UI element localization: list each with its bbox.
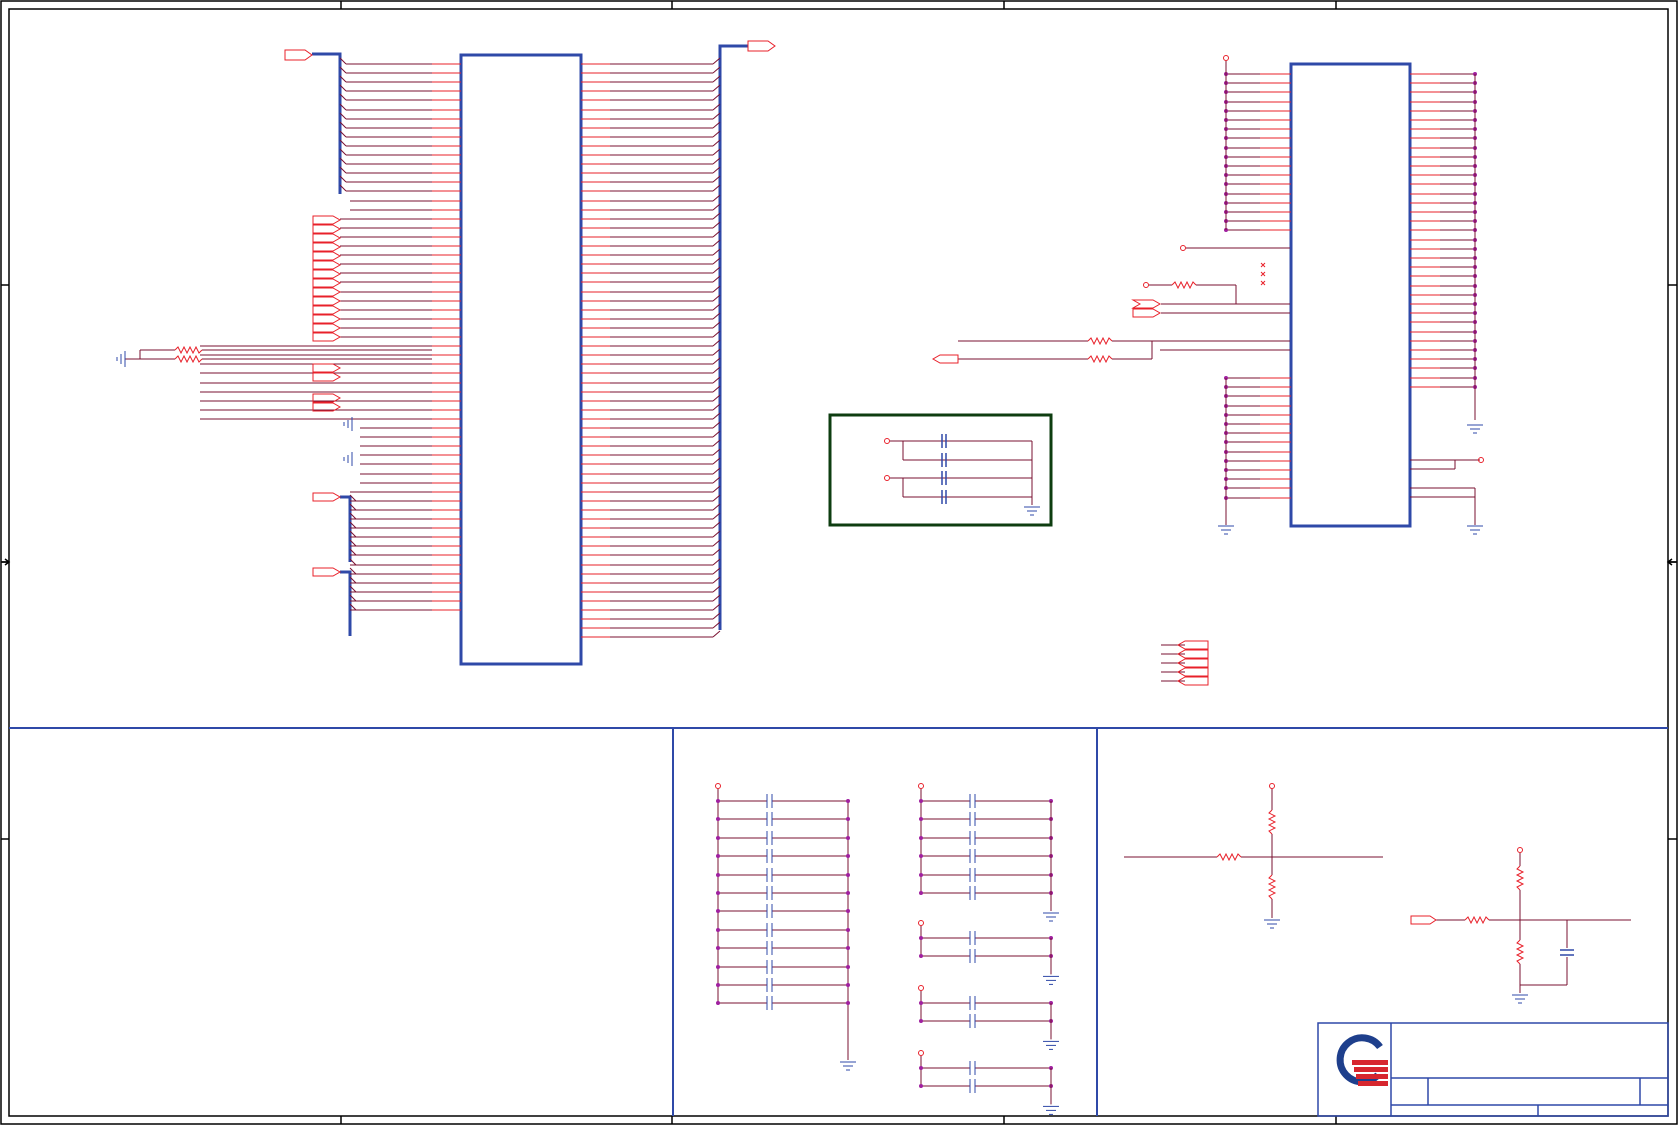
junction-dot bbox=[919, 817, 923, 821]
junction-dot bbox=[716, 946, 720, 950]
junction-dot bbox=[846, 891, 850, 895]
junction-dot bbox=[716, 1001, 720, 1005]
junction-dot bbox=[716, 873, 720, 877]
junction-dot bbox=[846, 817, 850, 821]
junction-dot bbox=[919, 1084, 923, 1088]
junction-dot bbox=[919, 1066, 923, 1070]
junction-dot bbox=[919, 1001, 923, 1005]
junction-dot bbox=[716, 836, 720, 840]
junction-dot bbox=[919, 1019, 923, 1023]
ic-right-pins bbox=[1410, 72, 1477, 389]
junction-dot bbox=[846, 928, 850, 932]
junction-dot bbox=[846, 1001, 850, 1005]
junction-dot bbox=[716, 817, 720, 821]
junction-dot bbox=[846, 909, 850, 913]
junction-dot bbox=[846, 854, 850, 858]
junction-dot bbox=[716, 909, 720, 913]
junction-dot bbox=[919, 873, 923, 877]
junction-dot bbox=[716, 983, 720, 987]
junction-dot bbox=[716, 965, 720, 969]
junction-dot bbox=[716, 799, 720, 803]
junction-dot bbox=[716, 854, 720, 858]
junction-dot bbox=[919, 954, 923, 958]
junction-dot bbox=[919, 836, 923, 840]
junction-dot bbox=[846, 873, 850, 877]
junction-dot bbox=[919, 799, 923, 803]
junction-dot bbox=[919, 891, 923, 895]
junction-dot bbox=[846, 799, 850, 803]
junction-dot bbox=[846, 946, 850, 950]
junction-dot bbox=[846, 965, 850, 969]
junction-dot bbox=[716, 928, 720, 932]
junction-dot bbox=[846, 836, 850, 840]
junction-dot bbox=[846, 983, 850, 987]
schematic-sheet bbox=[0, 0, 1678, 1125]
junction-dot bbox=[919, 936, 923, 940]
junction-dot bbox=[919, 854, 923, 858]
junction-dot bbox=[716, 891, 720, 895]
